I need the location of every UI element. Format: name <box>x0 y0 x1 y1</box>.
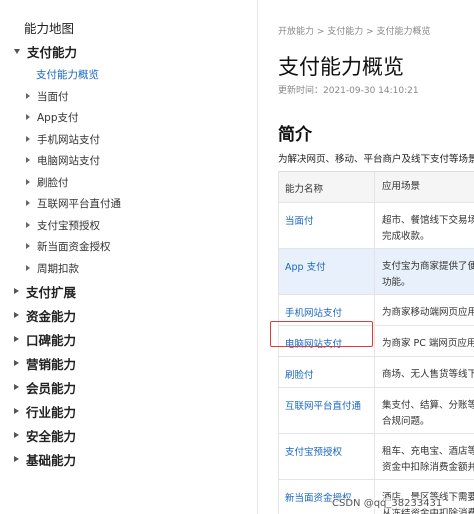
section-title: 简介 <box>278 125 312 145</box>
sidebar-nav: 能力地图 支付能力 支付能力概览 当面付 App支付 手机网站支付 电脑网站支付… <box>0 0 258 514</box>
sidebar-item-label: 周期扣款 <box>37 262 79 275</box>
sidebar-item-member[interactable]: 会员能力 <box>0 376 258 398</box>
capability-link[interactable]: 当面付 <box>278 203 375 248</box>
capability-link[interactable]: 互联网平台直付通 <box>278 388 375 433</box>
sidebar-item-preauth[interactable]: 支付宝预授权 <box>0 214 258 236</box>
sidebar-item-label: App支付 <box>37 111 79 124</box>
sidebar-item-label: 营销能力 <box>26 356 77 372</box>
chevron-right-icon <box>14 288 19 294</box>
sidebar-item-label: 电脑网站支付 <box>37 154 100 167</box>
scenario-text: 超市、餐馆线下交易场 完成收款。 <box>382 215 474 242</box>
page-title: 支付能力概览 <box>278 55 404 79</box>
sidebar-item-label: 当面付 <box>37 90 69 103</box>
chevron-right-icon <box>14 432 19 438</box>
chevron-right-icon <box>26 179 30 185</box>
breadcrumb[interactable]: 开放能力 > 支付能力 > 支付能力概览 <box>278 24 431 37</box>
table-row: 当面付 超市、餐馆线下交易场 完成收款。 <box>278 203 474 249</box>
header-capability-name: 能力名称 <box>278 172 375 202</box>
sidebar-item-wap-pay[interactable]: 手机网站支付 <box>0 128 258 150</box>
sidebar-item-label: 口碑能力 <box>26 332 77 348</box>
sidebar-item-periodic-deduct[interactable]: 周期扣款 <box>0 257 258 279</box>
sidebar-item-platform-direct[interactable]: 互联网平台直付通 <box>0 192 258 214</box>
intro-text: 为解决网页、移动、平台商户及线下支付等场景 <box>278 154 474 165</box>
chevron-right-icon <box>26 93 30 99</box>
sidebar-item-koubei[interactable]: 口碑能力 <box>0 328 258 350</box>
sidebar-item-face-to-face[interactable]: 当面付 <box>0 85 258 107</box>
capability-link[interactable]: App 支付 <box>278 249 375 294</box>
table-row: 支付宝预授权 租车、充电宝、酒店等 资金中扣除消费金额并 <box>278 434 474 480</box>
main-content: 开放能力 > 支付能力 > 支付能力概览 支付能力概览 更新时间：2021-09… <box>259 0 474 514</box>
updated-time: 更新时间：2021-09-30 14:10:21 <box>278 86 419 96</box>
chevron-right-icon <box>14 360 19 366</box>
chevron-right-icon <box>26 136 30 142</box>
sidebar-item-face-pay[interactable]: 刷脸付 <box>0 171 258 193</box>
sidebar-item-label: 手机网站支付 <box>37 133 100 146</box>
sidebar-item-label: 资金能力 <box>26 308 77 324</box>
chevron-right-icon <box>26 243 30 249</box>
header-scenario: 应用场景 <box>382 181 421 192</box>
capability-link[interactable]: 支付宝预授权 <box>278 434 375 479</box>
sidebar-item-label: 新当面资金授权 <box>37 240 111 253</box>
chevron-right-icon <box>26 114 30 120</box>
sidebar-item-label: 互联网平台直付通 <box>37 197 121 210</box>
sidebar-item-security[interactable]: 安全能力 <box>0 424 258 446</box>
sidebar-item-label: 行业能力 <box>26 404 77 420</box>
chevron-right-icon <box>26 222 30 228</box>
chevron-right-icon <box>14 408 19 414</box>
chevron-right-icon <box>14 312 19 318</box>
sidebar-root-title[interactable]: 能力地图 <box>0 16 258 38</box>
sidebar-item-label: 刷脸付 <box>37 176 69 189</box>
sidebar-item-label: 基础能力 <box>26 452 77 468</box>
sidebar-item-label: 安全能力 <box>26 428 77 444</box>
sidebar-item-pc-pay[interactable]: 电脑网站支付 <box>0 149 258 171</box>
scenario-text: 为商家移动端网页应用 <box>382 307 474 318</box>
sidebar-item-label: 支付宝预授权 <box>37 219 100 232</box>
sidebar-item-fund-auth[interactable]: 新当面资金授权 <box>0 235 258 257</box>
chevron-right-icon <box>26 265 30 271</box>
sidebar-item-marketing[interactable]: 营销能力 <box>0 352 258 374</box>
chevron-down-icon <box>14 48 20 54</box>
chevron-right-icon <box>26 157 30 163</box>
sidebar-item-fund[interactable]: 资金能力 <box>0 304 258 326</box>
chevron-right-icon <box>14 384 19 390</box>
chevron-right-icon <box>14 336 19 342</box>
scenario-text: 支付宝为商家提供了便 功能。 <box>382 261 474 288</box>
sidebar-item-payment-ext[interactable]: 支付扩展 <box>0 280 258 302</box>
sidebar-item-basic[interactable]: 基础能力 <box>0 448 258 470</box>
watermark: CSDN @qq_38233431 <box>332 498 443 509</box>
scenario-text: 租车、充电宝、酒店等 资金中扣除消费金额并 <box>382 446 474 473</box>
sidebar-item-label: 支付扩展 <box>26 284 77 300</box>
scenario-text: 为商家 PC 端网页应用 <box>382 338 474 349</box>
scenario-text: 商场、无人售货等线下 <box>382 369 474 380</box>
sidebar-item-label: 支付能力 <box>27 44 78 60</box>
sidebar-item-app-pay[interactable]: App支付 <box>0 106 258 128</box>
table-row: 刷脸付 商场、无人售货等线下 <box>278 357 474 388</box>
highlight-box <box>270 321 373 347</box>
sidebar-item-payment-overview[interactable]: 支付能力概览 <box>0 63 258 85</box>
table-row: 互联网平台直付通 集支付、结算、分账等 合规问题。 <box>278 388 474 434</box>
sidebar-item-payment[interactable]: 支付能力 <box>0 40 258 62</box>
scenario-text: 集支付、结算、分账等 合规问题。 <box>382 400 474 427</box>
chevron-right-icon <box>26 200 30 206</box>
table-header-row: 能力名称 应用场景 <box>278 172 474 203</box>
capability-link[interactable]: 刷脸付 <box>278 357 375 387</box>
sidebar-item-industry[interactable]: 行业能力 <box>0 400 258 422</box>
chevron-right-icon <box>14 456 19 462</box>
table-row: App 支付 支付宝为商家提供了便 功能。 <box>278 249 474 295</box>
sidebar-item-label: 会员能力 <box>26 380 77 396</box>
